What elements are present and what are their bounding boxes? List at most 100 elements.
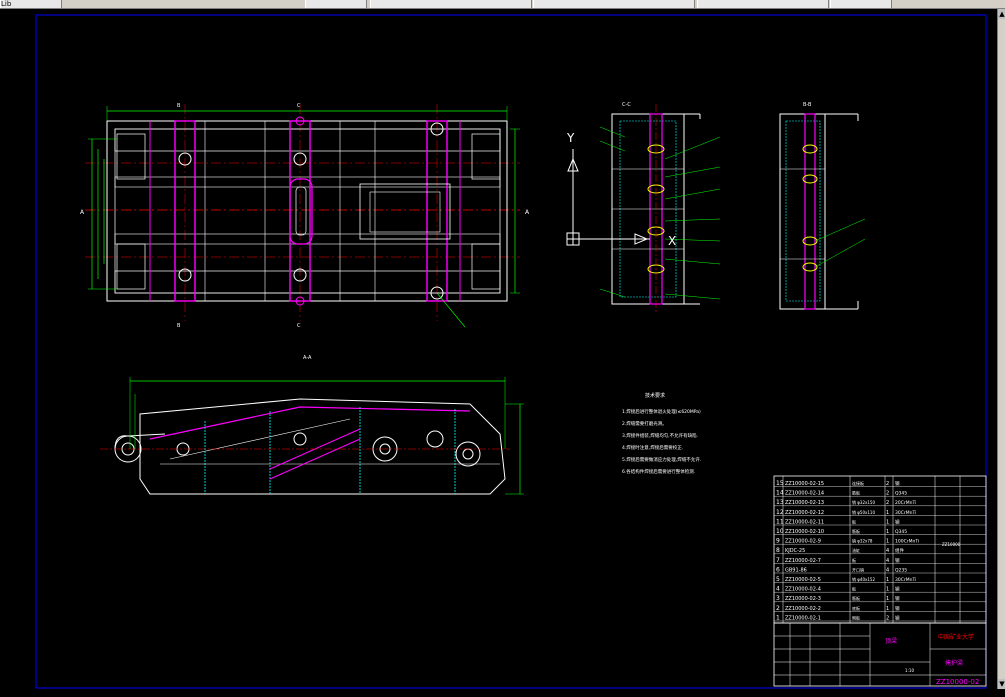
bom-cell-code: ZZ10000-02-2 [785, 606, 821, 612]
scroll-up-icon[interactable]: ▲ [998, 9, 1005, 19]
toolbar-item-1[interactable]: Lib [0, 0, 62, 8]
bom-table: ZZ10000 15 ZZ10000-02-15 连接板 2 钢14 ZZ10000-02… [773, 475, 987, 624]
bom-cell-qty: 1 [886, 587, 889, 593]
bom-cell-code: ZZ10000-02-5 [785, 577, 821, 583]
bom-cell-qty: 1 [886, 529, 889, 535]
notes-title: 技术要求 [645, 392, 665, 399]
bom-cell-code: ZZ10000-02-4 [785, 587, 821, 593]
vertical-scrollbar[interactable]: ▲ ▼ [997, 9, 1005, 689]
bom-cell-material: 30CrMnTi [895, 510, 916, 516]
bom-cell-no: 15 [776, 480, 784, 487]
bom-cell-name: 筋板 [852, 595, 860, 601]
bom-cell-code: ZZ10000-02-15 [785, 481, 824, 487]
bom-cell-no: 1 [776, 614, 780, 621]
bom-cell-material: 钢 [895, 595, 900, 602]
bom-cell-code: ZZ10000-02-9 [785, 539, 821, 545]
svg-text:B-B: B-B [803, 102, 812, 108]
bom-cell-material: 钢 [895, 586, 900, 593]
note-2: 2.焊缝需要打磨光滑。 [622, 420, 667, 427]
bom-cell-name: 筋板 [852, 490, 860, 496]
bom-cell-name: 销 φ32x78 [852, 538, 873, 544]
bom-cell-code: ZZ10000-02-14 [785, 491, 824, 497]
bom-cell-qty: 1 [886, 510, 889, 516]
status-bar [0, 689, 997, 697]
bom-cell-qty: 2 [886, 500, 889, 506]
bom-cell-qty: 1 [886, 606, 889, 612]
bom-cell-material: 钢 [895, 614, 900, 621]
bom-cell-no: 6 [776, 566, 780, 573]
bom-cell-material: 组件 [895, 547, 904, 554]
bom-cell-name: 开口销 [852, 566, 864, 572]
bom-cell-name: 板 [852, 586, 856, 592]
drawing-frame [35, 14, 987, 689]
bom-cell-name: 油缸 [852, 547, 860, 553]
title-scale: 1:10 [905, 668, 914, 673]
bom-cell-name: 销 φ40x152 [852, 576, 875, 582]
bom-cell-qty: 4 [886, 558, 889, 564]
bom-cell-name: 销 φ50x110 [852, 509, 875, 515]
title-org: 中国矿业大学 [938, 633, 974, 641]
bom-cell-no: 8 [776, 547, 780, 554]
svg-text:B: B [177, 323, 181, 329]
cad-drawing: A A B C B C C-C Y X B-B A-A 技术要求 1.焊接后进行… [35, 14, 987, 689]
svg-text:C-C: C-C [622, 102, 631, 108]
note-6: 6.各结构件焊接后需要进行整体检测. [622, 468, 695, 475]
note-5: 5.焊接后需要做消应力处理,焊缝不允许. [622, 456, 701, 463]
title-assembly: 掩护梁 [945, 659, 963, 667]
section-aa-view: A-A [100, 355, 524, 495]
bom-cell-qty: 4 [886, 548, 889, 554]
bom-cell-qty: 2 [886, 491, 889, 497]
toolbar-item-6[interactable] [830, 0, 892, 8]
bom-cell-code: GB91-86 [785, 567, 807, 573]
y-axis-label: Y [566, 131, 575, 145]
bom-cell-name: 板 [852, 518, 856, 524]
bom-cell-qty: 2 [886, 481, 889, 487]
bom-cell-code: ZZ10000-02-13 [785, 500, 824, 506]
svg-text:A-A: A-A [303, 355, 312, 361]
toolbar-item-4[interactable] [533, 0, 695, 8]
bom-cell-qty: 2 [886, 615, 889, 621]
bom-cell-no: 5 [776, 576, 780, 583]
drawing-canvas[interactable]: A A B C B C C-C Y X B-B A-A 技术要求 1.焊接后进行… [0, 9, 997, 689]
bom-cell-material: 100CrMnTi [895, 539, 919, 545]
note-1: 1.焊接后进行整体退火处理(≤620MPa) [622, 408, 701, 415]
toolbar-item-5[interactable] [697, 0, 829, 8]
bom-cell-no: 13 [776, 499, 784, 506]
bom-cell-code: ZZ10000-02-12 [785, 510, 824, 516]
title-block: 顶梁 中国矿业大学 掩护梁 ZZ10000-02 1:10 [773, 622, 987, 687]
bom-cell-name: 侧板 [852, 614, 860, 620]
bom-header-note: ZZ10000 [942, 542, 961, 547]
svg-text:C: C [297, 103, 301, 109]
bom-cell-code: ZZ10000-02-3 [785, 596, 821, 602]
bom-cell-no: 3 [776, 595, 780, 602]
section-cc-view: C-C Y X [566, 102, 721, 314]
bom-cell-no: 2 [776, 605, 780, 612]
x-axis-label: X [668, 234, 676, 248]
toolbar-item-2[interactable] [305, 0, 367, 8]
bom-cell-no: 9 [776, 538, 780, 545]
note-4: 4.焊接时注意,焊接后需要校正. [622, 444, 683, 451]
bom-cell-no: 11 [776, 518, 784, 525]
bom-cell-code: ZZ10000-02-10 [785, 529, 824, 535]
bom-cell-no: 4 [776, 586, 780, 593]
top-toolbar: Lib [0, 0, 1005, 9]
bom-cell-name: 底板 [852, 605, 860, 611]
section-bb-view: B-B [779, 102, 866, 310]
svg-text:A: A [525, 209, 530, 216]
bom-cell-no: 12 [776, 509, 784, 516]
bom-cell-name: 筋板 [852, 528, 860, 534]
bom-cell-material: 钢 [895, 480, 900, 487]
bom-cell-code: ZZ10000-02-11 [785, 519, 824, 525]
toolbar-item-3[interactable] [370, 0, 532, 8]
svg-text:B: B [177, 103, 181, 109]
bom-cell-code: ZZ10000-02-1 [785, 615, 821, 621]
bom-cell-qty: 1 [886, 577, 889, 583]
bom-cell-qty: 1 [886, 596, 889, 602]
bom-cell-code: KJDC-25 [785, 548, 805, 554]
svg-text:C: C [297, 323, 301, 329]
scroll-down-icon[interactable]: ▼ [998, 679, 1005, 689]
bom-cell-name: 板 [852, 557, 856, 563]
title-part-name: 顶梁 [885, 637, 897, 645]
plan-view: A A B C B C [80, 103, 530, 329]
bom-cell-material: 钢 [895, 605, 900, 612]
